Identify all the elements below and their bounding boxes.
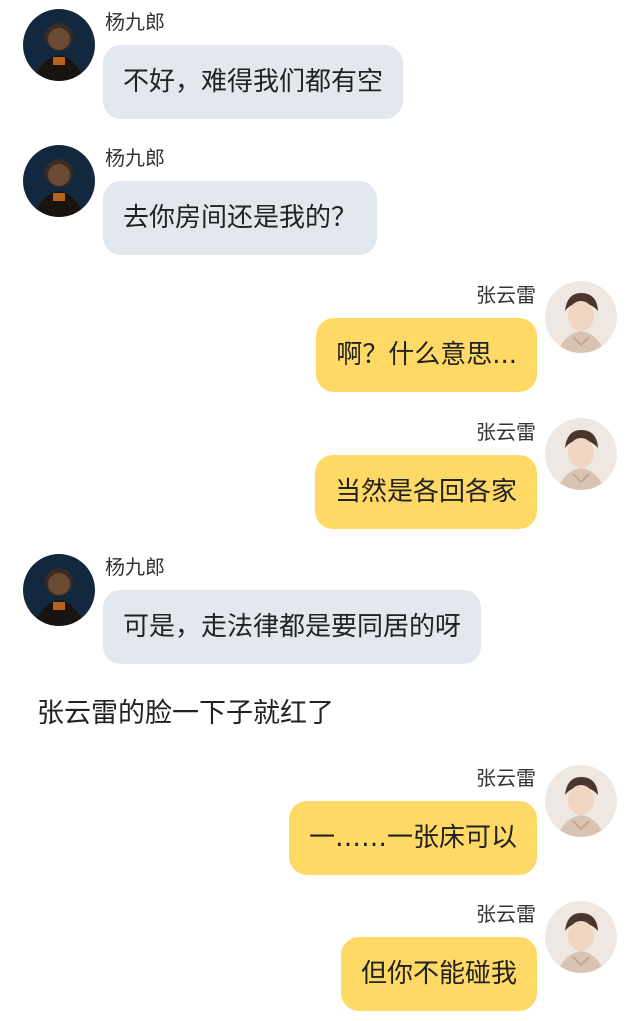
light-portrait-avatar-icon — [545, 281, 617, 353]
message-bubble[interactable]: 当然是各回各家 — [314, 455, 537, 529]
avatar-zhang-yunlei[interactable] — [545, 901, 617, 973]
avatar-yang-jiulang[interactable] — [23, 145, 95, 217]
narration-text: 张云雷的脸一下子就红了 — [37, 698, 334, 729]
avatar-zhang-yunlei[interactable] — [545, 418, 617, 490]
light-portrait-avatar-icon — [545, 418, 617, 490]
message-bubble[interactable]: 一……一张床可以 — [288, 801, 537, 875]
avatar-yang-jiulang[interactable] — [23, 9, 95, 81]
sender-name: 张云雷 — [476, 902, 536, 926]
sender-name: 张云雷 — [476, 283, 536, 307]
sender-name: 张云雷 — [476, 420, 536, 444]
message-bubble[interactable]: 可是，走法律都是要同居的呀 — [103, 590, 482, 664]
avatar-zhang-yunlei[interactable] — [545, 281, 617, 353]
message-bubble[interactable]: 去你房间还是我的？ — [103, 181, 378, 255]
avatar-zhang-yunlei[interactable] — [545, 765, 617, 837]
sender-name: 张云雷 — [476, 766, 536, 790]
dark-portrait-avatar-icon — [23, 145, 95, 217]
sender-name: 杨九郎 — [105, 146, 165, 170]
sender-name: 杨九郎 — [105, 10, 165, 34]
message-bubble[interactable]: 不好，难得我们都有空 — [103, 45, 404, 119]
dark-portrait-avatar-icon — [23, 554, 95, 626]
message-bubble[interactable]: 但你不能碰我 — [340, 937, 537, 1011]
light-portrait-avatar-icon — [545, 901, 617, 973]
sender-name: 杨九郎 — [105, 555, 165, 579]
dark-portrait-avatar-icon — [23, 9, 95, 81]
light-portrait-avatar-icon — [545, 765, 617, 837]
avatar-yang-jiulang[interactable] — [23, 554, 95, 626]
message-bubble[interactable]: 啊？什么意思... — [316, 318, 537, 392]
